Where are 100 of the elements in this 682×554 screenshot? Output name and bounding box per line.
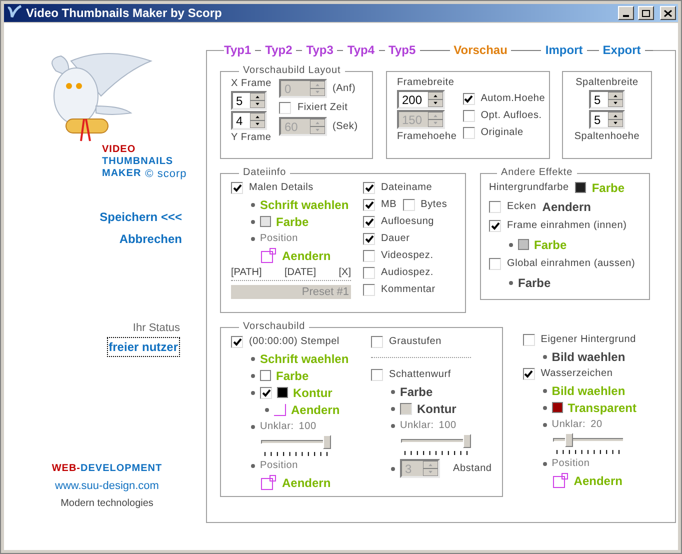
option-label: 100	[298, 420, 316, 433]
checkbox[interactable]	[363, 182, 375, 194]
link[interactable]: Transparent	[568, 400, 636, 414]
checkbox[interactable]	[402, 198, 415, 210]
up-down-arrows-icon[interactable]	[608, 112, 623, 127]
checkbox[interactable]	[363, 232, 375, 244]
checkbox[interactable]	[462, 92, 475, 104]
slider-thumb[interactable]	[463, 434, 471, 448]
nav-tab[interactable]: Import	[545, 43, 583, 57]
color-swatch[interactable]	[277, 387, 288, 398]
link[interactable]: Aendern	[542, 200, 591, 214]
close-button[interactable]	[660, 6, 676, 20]
checkbox[interactable]	[489, 258, 501, 270]
checkbox[interactable]	[363, 284, 375, 296]
option-label: 100	[438, 419, 456, 432]
checkbox[interactable]	[371, 368, 383, 380]
bullet-icon	[251, 202, 255, 206]
up-down-arrows-icon[interactable]	[428, 92, 443, 107]
logo-text: MAKER	[102, 168, 142, 180]
spin-box[interactable]: 200	[397, 90, 445, 109]
link[interactable]: Farbe	[518, 276, 551, 290]
nav-tab[interactable]: Export	[602, 43, 641, 57]
bullet-icon	[251, 356, 255, 360]
link[interactable]: Aendern	[282, 248, 331, 262]
color-swatch[interactable]	[574, 182, 586, 193]
color-swatch[interactable]	[518, 239, 529, 250]
option-label: Graustufen	[389, 335, 442, 348]
color-swatch[interactable]	[552, 402, 563, 413]
nav-tab[interactable]: Typ1	[224, 43, 252, 57]
link[interactable]: Aendern	[574, 474, 622, 488]
checkbox[interactable]	[489, 220, 501, 232]
link[interactable]: Bild waehlen	[552, 384, 626, 398]
link[interactable]: Schrift waehlen	[260, 352, 349, 366]
checkbox[interactable]	[462, 126, 475, 138]
spin-box[interactable]: 4	[231, 111, 267, 130]
checkbox[interactable]	[231, 336, 243, 348]
nav-tab[interactable]: Typ3	[306, 43, 334, 57]
link[interactable]: Bild waehlen	[552, 350, 626, 364]
link[interactable]: Aendern	[291, 402, 340, 416]
up-down-arrows-icon[interactable]	[608, 92, 623, 107]
option-label: Aufloesung	[381, 215, 434, 228]
up-down-arrows-icon[interactable]	[250, 113, 265, 128]
checkbox[interactable]	[279, 102, 292, 114]
bullet-icon	[509, 242, 513, 246]
option-label: Wasserzeichen	[540, 367, 613, 380]
spin-box[interactable]: 5	[589, 110, 625, 129]
nav-tab[interactable]: Typ2	[265, 43, 292, 57]
website-link[interactable]: www.suu-design.com	[55, 478, 159, 494]
option-label: Spaltenhoehe	[574, 130, 640, 143]
option-label: 20	[590, 418, 602, 431]
option-label: Videospez.	[381, 249, 434, 262]
bullet-icon	[251, 236, 255, 240]
bullet-icon	[251, 464, 255, 468]
option-label: Audiospez.	[381, 266, 434, 279]
color-swatch[interactable]	[260, 216, 271, 227]
token-text: [X]	[338, 267, 351, 279]
checkbox[interactable]	[489, 200, 501, 212]
spin-box[interactable]: 5	[231, 91, 267, 110]
nav-tab[interactable]: Typ4	[347, 43, 374, 57]
color-swatch[interactable]	[260, 370, 271, 381]
option-label: (Sek)	[332, 120, 358, 133]
checkbox[interactable]	[231, 182, 243, 194]
bullet-icon	[542, 388, 547, 392]
sidebar-link[interactable]: Speichern <<<	[100, 208, 182, 226]
slider[interactable]	[552, 433, 623, 447]
slider-thumb[interactable]	[565, 433, 574, 447]
checkbox[interactable]	[363, 216, 375, 228]
nav-tab[interactable]: Typ5	[388, 43, 416, 57]
up-down-arrows-icon[interactable]	[250, 93, 265, 108]
option-label: Position	[552, 457, 590, 470]
status-link[interactable]: freier nutzer	[106, 336, 180, 356]
link[interactable]: Farbe	[592, 180, 625, 194]
slider-thumb[interactable]	[323, 435, 331, 449]
link[interactable]: Farbe	[276, 368, 309, 382]
checkbox[interactable]	[522, 368, 535, 380]
checkbox[interactable]	[363, 266, 375, 278]
spin-box[interactable]: 5	[589, 90, 625, 109]
checkbox[interactable]	[363, 250, 375, 262]
nav-tab[interactable]: Vorschau	[454, 43, 508, 57]
link[interactable]: Farbe	[534, 238, 567, 252]
checkbox[interactable]	[522, 334, 535, 346]
link[interactable]: Aendern	[282, 476, 331, 490]
link[interactable]: Kontur	[293, 386, 332, 400]
option-label: (Anf)	[332, 82, 356, 95]
maximize-button[interactable]	[638, 6, 654, 20]
slider[interactable]	[261, 435, 331, 449]
checkbox[interactable]	[363, 198, 375, 210]
option-label: Spaltenbreite	[576, 76, 638, 89]
checkbox[interactable]	[371, 336, 383, 348]
check-icon	[232, 184, 242, 192]
link[interactable]: Schrift waehlen	[260, 198, 349, 212]
link[interactable]: Farbe	[400, 384, 433, 398]
minimize-button[interactable]	[618, 6, 634, 20]
close-icon	[664, 10, 672, 16]
checkbox[interactable]	[462, 110, 475, 122]
slider[interactable]	[401, 434, 471, 448]
checkbox[interactable]	[260, 386, 272, 398]
sidebar-link[interactable]: Abbrechen	[119, 230, 182, 248]
corner-icon	[274, 404, 286, 416]
link[interactable]: Farbe	[276, 214, 309, 228]
